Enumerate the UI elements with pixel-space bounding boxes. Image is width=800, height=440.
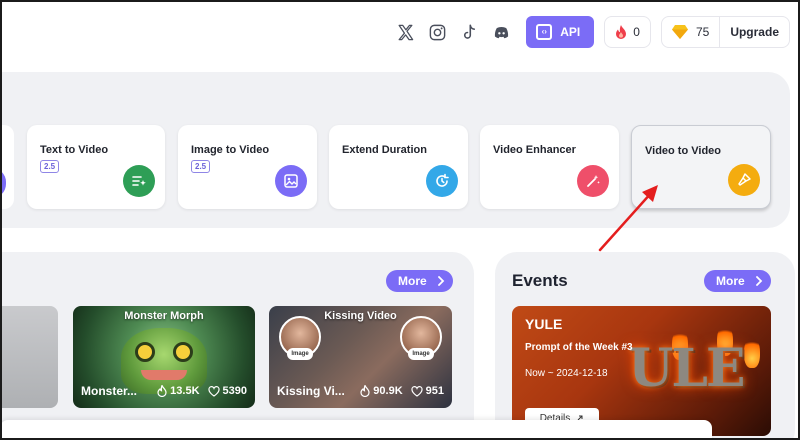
events-more-button[interactable]: More: [704, 270, 771, 292]
tool-card-extend-duration[interactable]: Extend Duration: [329, 125, 468, 209]
more-label: More: [716, 274, 745, 288]
thumb-stats: Monster... 13.5K 5390: [81, 384, 247, 398]
event-card-yule[interactable]: ULE YULE Prompt of the Week #3 Now ~ 202…: [512, 306, 771, 436]
tool-title: Text to Video: [40, 144, 109, 156]
likes-stat[interactable]: 951: [411, 385, 444, 397]
gem-count: 75: [695, 25, 710, 39]
chevron-right-icon: [755, 276, 762, 286]
likes-count: 5390: [222, 385, 247, 397]
image-tag: Image: [408, 348, 434, 360]
gallery-thumb-partial[interactable]: [0, 306, 58, 408]
gems-pill: 75 Upgrade: [660, 16, 790, 48]
event-art-text: ULE: [628, 338, 746, 399]
likes-count: 951: [425, 385, 444, 397]
fire-outline-icon: [360, 385, 370, 397]
brush-icon: [728, 164, 760, 196]
image-icon: [275, 165, 307, 197]
likes-stat[interactable]: 5390: [207, 385, 247, 397]
fire-count: 0: [633, 25, 640, 39]
views-count: 90.9K: [373, 385, 403, 397]
gem-balance: 75: [662, 17, 721, 47]
chevron-right-icon: [437, 276, 444, 286]
thumb-caption: Kissing Video: [324, 310, 397, 322]
x-icon[interactable]: [394, 21, 416, 43]
events-title: Events: [512, 271, 568, 290]
thumb-name: Monster...: [81, 384, 138, 398]
partial-tool-card[interactable]: [0, 125, 14, 209]
bottom-input-bar[interactable]: [0, 420, 712, 440]
heart-icon: [411, 385, 423, 397]
views-stat: 13.5K: [157, 385, 200, 397]
api-button[interactable]: ‹› API: [526, 16, 595, 48]
api-label: API: [560, 25, 581, 39]
heart-icon: [207, 385, 220, 397]
instagram-icon[interactable]: [426, 21, 448, 43]
upgrade-button[interactable]: Upgrade: [720, 25, 789, 39]
version-badge: 2.5: [191, 160, 211, 173]
views-stat: 90.9K: [360, 385, 403, 397]
more-label: More: [398, 274, 427, 288]
timer-refresh-icon: [426, 165, 458, 197]
thumb-name: Kissing Vi...: [277, 384, 345, 398]
tool-card-text-to-video[interactable]: Text to Video 2.5: [27, 125, 165, 209]
diamond-icon: [671, 25, 688, 39]
gallery-thumb-monster-morph[interactable]: Monster Morph Monster... 13.5K 5390: [73, 306, 255, 408]
thumb-stats: Kissing Vi... 90.9K 951: [277, 384, 444, 398]
tool-card-image-to-video[interactable]: Image to Video 2.5: [178, 125, 317, 209]
tool-title: Image to Video: [191, 144, 270, 156]
credits-fire-pill[interactable]: 0: [604, 16, 651, 48]
event-subtitle: Prompt of the Week #3: [525, 342, 633, 353]
version-badge: 2.5: [40, 160, 60, 173]
fire-icon: [616, 25, 627, 39]
tool-title: Extend Duration: [342, 144, 427, 156]
fire-outline-icon: [157, 385, 167, 397]
event-date: Now ~ 2024-12-18: [525, 368, 608, 379]
gallery-more-button[interactable]: More: [386, 270, 453, 292]
text-sparkle-icon: [123, 165, 155, 197]
views-count: 13.5K: [170, 385, 200, 397]
tool-title: Video Enhancer: [493, 144, 576, 156]
thumb-caption: Monster Morph: [124, 310, 204, 322]
image-tag: Image: [287, 348, 313, 360]
flame-decoration: [744, 336, 760, 368]
red-arrow-annotation: [598, 185, 658, 252]
tool-title: Video to Video: [645, 145, 721, 157]
gallery-thumb-kissing-video[interactable]: Image Image Kissing Video Kissing Vi... …: [269, 306, 452, 408]
discord-icon[interactable]: [490, 21, 512, 43]
top-bar: ‹› API 0 75 Upgrade: [394, 14, 790, 50]
event-title: YULE: [525, 316, 563, 332]
tiktok-icon[interactable]: [458, 21, 480, 43]
code-icon: ‹›: [536, 24, 553, 40]
